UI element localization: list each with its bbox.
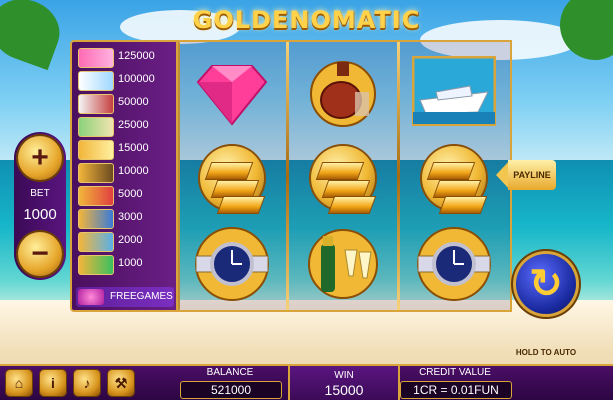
- paytable-row: 3000: [78, 207, 174, 229]
- paytable-symbol-icon: [78, 94, 114, 114]
- payline-marker: PAYLINE: [496, 160, 556, 190]
- paytable-value: 2000: [118, 234, 143, 246]
- paytable-row: 15000: [78, 138, 174, 160]
- paytable-value: 15000: [118, 142, 149, 154]
- bet-value: 1000: [23, 206, 57, 223]
- gold-bars-symbol-icon: [412, 138, 496, 222]
- settings-button[interactable]: ⚒: [108, 370, 134, 396]
- paytable-row: 2000: [78, 230, 174, 252]
- paytable-row: 100000: [78, 69, 174, 91]
- info-button[interactable]: i: [40, 370, 66, 396]
- credit-value-display[interactable]: 1CR = 0.01FUN: [400, 381, 512, 399]
- freegames-row: FREEGAMES: [76, 287, 174, 307]
- paytable-value: 25000: [118, 119, 149, 131]
- reel-3: [400, 42, 508, 310]
- sound-icon: ♪: [83, 375, 91, 391]
- info-icon: i: [51, 375, 55, 391]
- paytable-symbol-icon: [78, 232, 114, 252]
- spin-button[interactable]: ↻: [516, 254, 576, 314]
- balance-label: BALANCE: [206, 367, 254, 378]
- paytable-value: 100000: [118, 73, 155, 85]
- paytable-value: 3000: [118, 211, 143, 223]
- gold-bars-symbol-icon: [301, 138, 385, 222]
- bet-panel: + BET 1000 −: [14, 132, 66, 280]
- paytable-symbol-icon: [78, 117, 114, 137]
- diamond-icon: [78, 289, 104, 305]
- paytable-symbol-icon: [78, 48, 114, 68]
- paytable-row: 50000: [78, 92, 174, 114]
- paytable-symbol-icon: [78, 255, 114, 275]
- paytable-symbol-icon: [78, 186, 114, 206]
- win-value: 15000: [324, 382, 364, 398]
- yacht-symbol-icon: [411, 55, 497, 140]
- paytable-value: 50000: [118, 96, 149, 108]
- freegames-label: FREEGAMES: [110, 291, 173, 302]
- watch-symbol-icon: [190, 222, 274, 306]
- refresh-icon: ↻: [529, 262, 563, 306]
- bet-decrease-button[interactable]: −: [18, 232, 62, 276]
- paytable: 125000 100000 50000 25000 15000 10000 50…: [70, 40, 180, 312]
- paytable-row: 1000: [78, 253, 174, 275]
- credit-value-label: CREDIT VALUE: [419, 367, 491, 378]
- paytable-symbol-icon: [78, 140, 114, 160]
- balance-value: 521000: [180, 381, 282, 399]
- payline-label: PAYLINE: [508, 160, 556, 190]
- bet-increase-button[interactable]: +: [18, 136, 62, 180]
- settings-icon: ⚒: [114, 375, 128, 391]
- game-scene: GOLDENOMATIC 125000 100000 50000 25000 1…: [0, 0, 613, 400]
- paytable-row: 125000: [78, 46, 174, 68]
- home-button[interactable]: ⌂: [6, 370, 32, 396]
- gold-bars-symbol-icon: [190, 138, 274, 222]
- hold-to-auto-label: HOLD TO AUTO: [515, 348, 577, 357]
- diamond-symbol-icon: [190, 52, 274, 136]
- paytable-row: 25000: [78, 115, 174, 137]
- paytable-value: 10000: [118, 165, 149, 177]
- champagne-symbol-icon: [301, 222, 385, 306]
- watch-symbol-icon: [412, 222, 496, 306]
- win-label: WIN: [334, 370, 354, 381]
- paytable-symbol-icon: [78, 71, 114, 91]
- paytable-symbol-icon: [78, 163, 114, 183]
- paytable-value: 125000: [118, 50, 155, 62]
- home-icon: ⌂: [14, 375, 24, 391]
- cognac-symbol-icon: [301, 52, 385, 136]
- paytable-row: 10000: [78, 161, 174, 183]
- paytable-value: 5000: [118, 188, 143, 200]
- reel-2: [289, 42, 397, 310]
- sound-button[interactable]: ♪: [74, 370, 100, 396]
- win-panel: WIN 15000: [288, 364, 400, 400]
- paytable-symbol-icon: [78, 209, 114, 229]
- minus-icon: −: [31, 237, 49, 270]
- game-title: GOLDENOMATIC: [192, 6, 421, 34]
- paytable-row: 5000: [78, 184, 174, 206]
- paytable-value: 1000: [118, 257, 143, 269]
- reel-1: [178, 42, 286, 310]
- reel-area: [176, 40, 512, 312]
- plus-icon: +: [31, 141, 49, 174]
- bet-label: BET: [30, 188, 50, 199]
